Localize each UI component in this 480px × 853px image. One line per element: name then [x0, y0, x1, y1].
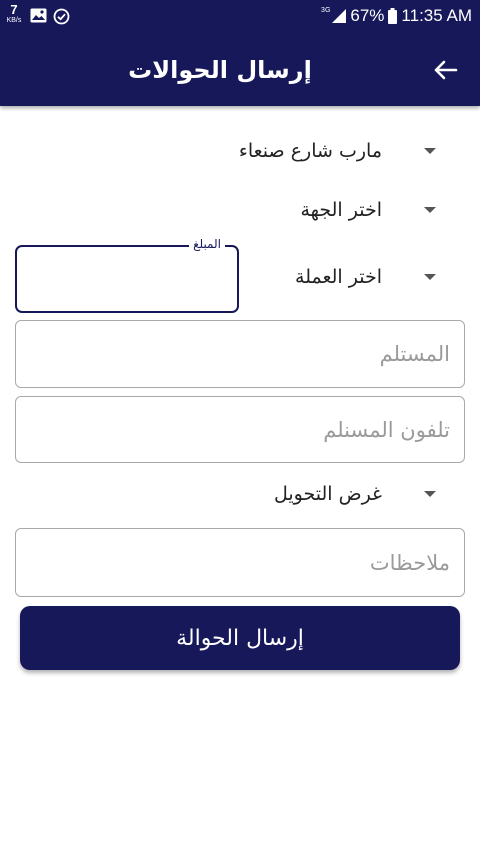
status-bar: 7 KB/s 3G 67% 11:35 AM	[0, 0, 480, 34]
signal-icon	[332, 9, 347, 23]
network-speed-value: 7	[10, 2, 18, 17]
notes-placeholder: ملاحظات	[369, 550, 450, 575]
chevron-down-icon	[424, 491, 436, 497]
recipient-phone-placeholder: تلفون المسنلم	[323, 417, 450, 442]
currency-dropdown-label: اختر العملة	[295, 266, 382, 288]
recipient-phone-field[interactable]: تلفون المسنلم	[15, 396, 465, 463]
network-type: 3G	[321, 6, 331, 14]
branch-dropdown[interactable]: مارب شارع صنعاء	[239, 133, 436, 169]
notes-field[interactable]: ملاحظات	[15, 528, 465, 597]
destination-dropdown-label: اختر الجهة	[300, 199, 382, 221]
check-circle-icon	[53, 8, 70, 25]
clock: 11:35 AM	[401, 6, 472, 25]
send-transfer-button[interactable]: إرسال الحوالة	[20, 606, 460, 670]
recipient-placeholder: المستلم	[379, 342, 450, 366]
currency-dropdown[interactable]: اختر العملة	[295, 259, 436, 295]
status-right: 3G 67% 11:35 AM	[321, 6, 472, 26]
network-speed: 7 KB/s	[4, 3, 24, 24]
amount-field[interactable]: المبلغ	[15, 236, 239, 313]
amount-field-label: المبلغ	[189, 236, 225, 252]
purpose-dropdown[interactable]: غرض التحويل	[274, 476, 436, 512]
chevron-down-icon	[424, 207, 436, 213]
chevron-down-icon	[424, 148, 436, 154]
purpose-dropdown-label: غرض التحويل	[274, 483, 382, 505]
battery-percent: 67%	[350, 6, 385, 25]
destination-dropdown[interactable]: اختر الجهة	[300, 192, 436, 228]
image-notification-icon	[30, 8, 47, 23]
branch-dropdown-label: مارب شارع صنعاء	[238, 140, 382, 162]
recipient-field[interactable]: المستلم	[15, 320, 465, 388]
chevron-down-icon	[424, 274, 436, 280]
battery-icon	[388, 8, 398, 24]
back-arrow-icon[interactable]	[432, 56, 460, 84]
app-header: 7 KB/s 3G 67% 11:35 AM إرسال الحوالات	[0, 0, 480, 106]
network-speed-unit: KB/s	[6, 17, 22, 24]
page-title: إرسال الحوالات	[128, 56, 312, 84]
